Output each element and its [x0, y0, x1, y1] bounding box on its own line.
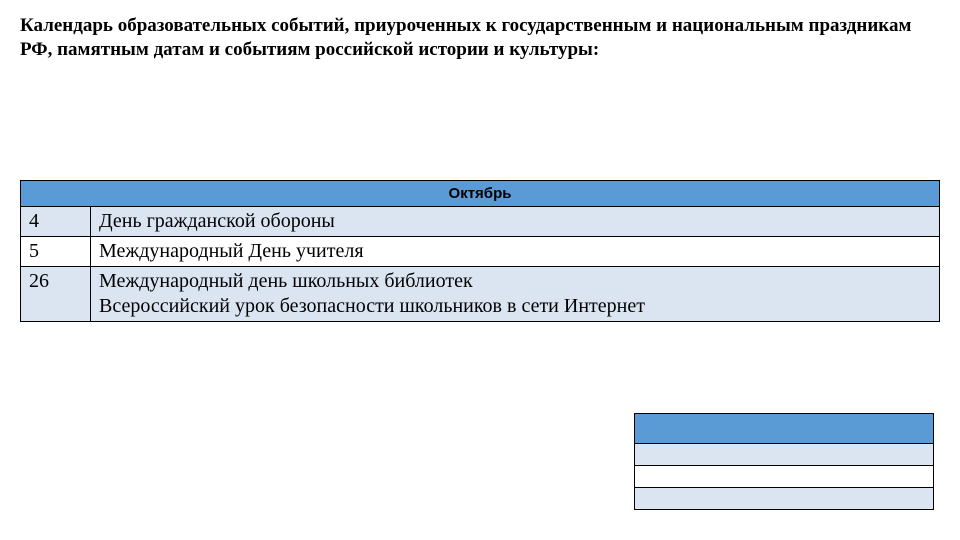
page-title: Календарь образовательных событий, приур…: [0, 0, 960, 62]
thumbnail-header: [635, 414, 934, 444]
thumbnail-table: [634, 413, 934, 510]
thumbnail-row: [635, 466, 934, 488]
day-cell: 5: [21, 237, 91, 267]
day-cell: 26: [21, 267, 91, 322]
table-row: 26 Международный день школьных библиотек…: [21, 267, 940, 322]
event-cell: Международный день школьных библиотекВсе…: [91, 267, 940, 322]
month-header: Октябрь: [21, 181, 940, 207]
thumbnail-row: [635, 488, 934, 510]
thumbnail-row: [635, 444, 934, 466]
event-cell: День гражданской обороны: [91, 207, 940, 237]
day-cell: 4: [21, 207, 91, 237]
table-row: 4 День гражданской обороны: [21, 207, 940, 237]
calendar-table: Октябрь 4 День гражданской обороны 5 Меж…: [20, 180, 940, 322]
event-cell: Международный День учителя: [91, 237, 940, 267]
table-row: 5 Международный День учителя: [21, 237, 940, 267]
